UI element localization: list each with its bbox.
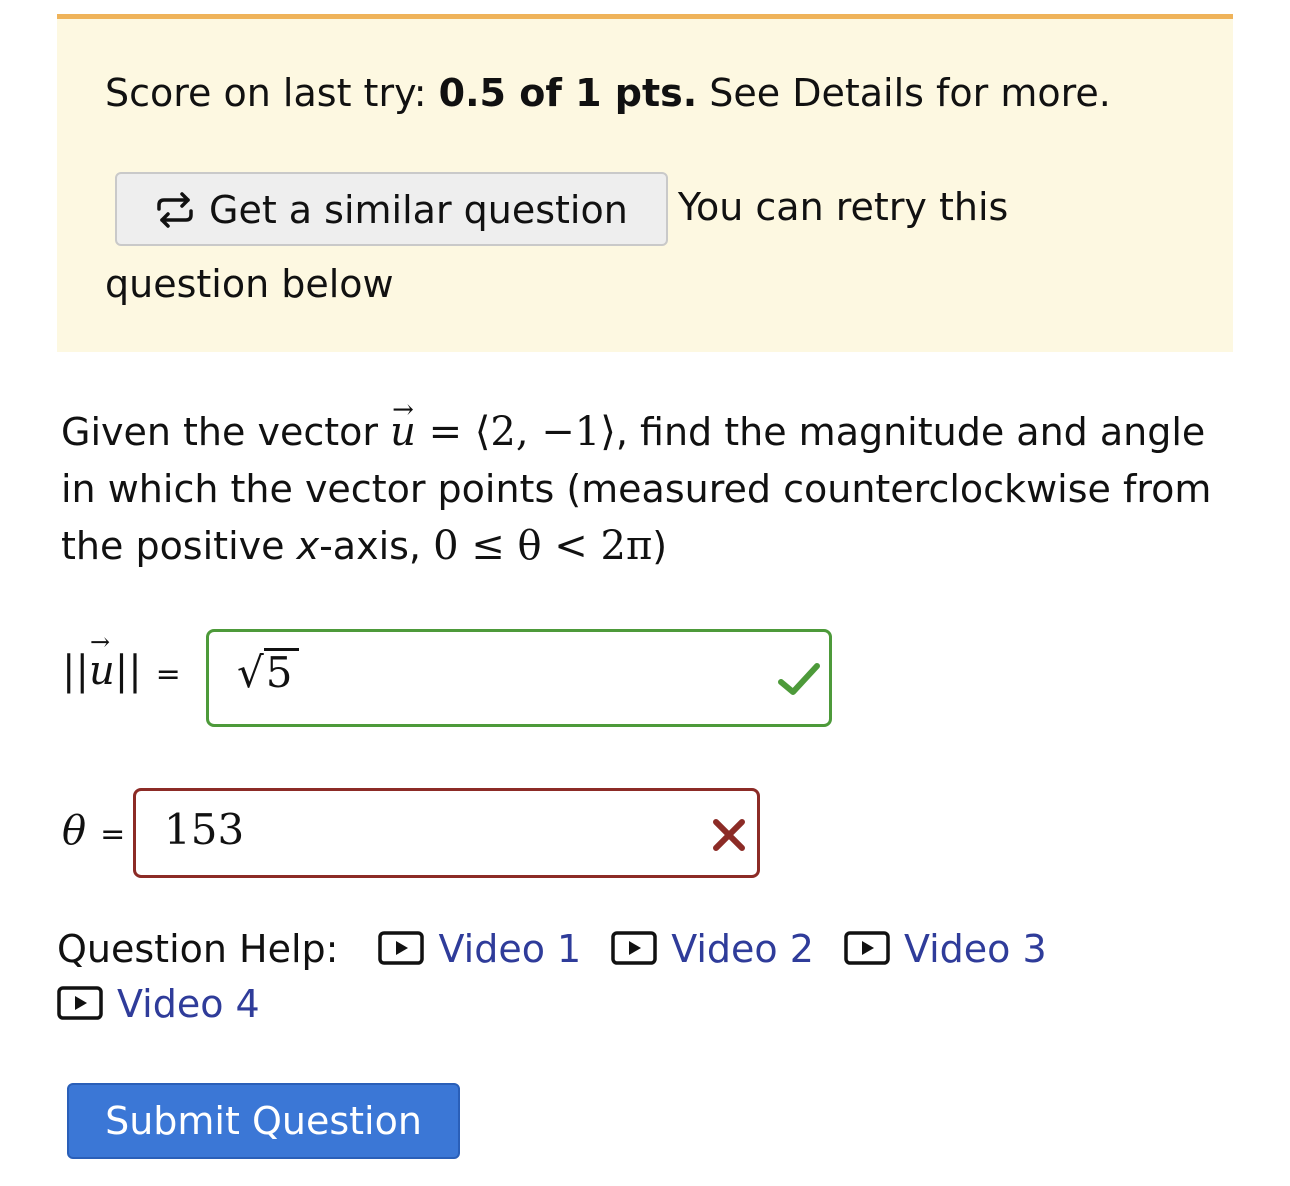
score-line: Score on last try: 0.5 of 1 pts. See Det… (105, 71, 1111, 115)
score-notice: Score on last try: 0.5 of 1 pts. See Det… (57, 14, 1233, 352)
repeat-icon (157, 191, 193, 228)
theta-symbol: θ (62, 808, 87, 854)
sqrt-expression: √5 (237, 648, 299, 697)
retry-text: You can retry this (677, 185, 1009, 229)
angle-value: 153 (164, 805, 245, 854)
x-variable: x (296, 524, 320, 568)
submit-question-button[interactable]: Submit Question (67, 1083, 460, 1159)
vector-symbol: u → (390, 395, 416, 455)
question-help-label: Question Help: (57, 927, 339, 971)
retry-row: Get a similar question You can retry this (105, 172, 1185, 246)
checkmark-icon (778, 663, 820, 695)
video-link-3[interactable]: Video 3 (844, 927, 1047, 971)
question-text: Given the vector u → = ⟨2, −1⟩, find the … (61, 395, 1221, 575)
angle-input[interactable]: 153 (133, 788, 760, 878)
video-link-4[interactable]: Video 4 (57, 982, 260, 1026)
magnitude-input[interactable]: √5 (206, 629, 832, 727)
norm-bars-left: || (62, 648, 89, 694)
magnitude-label: ||u → || = (62, 628, 181, 694)
vector-arrow-icon: → (89, 628, 111, 656)
angle-range: 0 ≤ θ < 2π (433, 523, 653, 569)
vector-arrow-icon: → (392, 395, 414, 425)
angle-label: θ = (62, 808, 125, 854)
angle-equals: = (100, 817, 126, 852)
video-2-label: Video 2 (671, 927, 814, 971)
x-mark-icon (713, 819, 745, 851)
play-icon (57, 985, 103, 1020)
norm-bars-right: || (114, 648, 142, 694)
question-part-3: -axis, (319, 524, 434, 568)
magnitude-equals: = (155, 657, 181, 692)
vector-value: = ⟨2, −1⟩ (415, 409, 616, 455)
similar-question-label: Get a similar question (209, 188, 628, 232)
question-part-1: Given the vector (61, 410, 391, 454)
radical-icon: √ (237, 648, 264, 697)
question-part-4: ) (652, 524, 668, 568)
video-link-2[interactable]: Video 2 (611, 927, 814, 971)
radicand: 5 (263, 648, 299, 695)
video-link-1[interactable]: Video 1 (378, 927, 581, 971)
play-icon (611, 930, 657, 965)
video-1-label: Video 1 (438, 927, 582, 971)
play-icon (844, 930, 890, 965)
video-3-label: Video 3 (903, 927, 1047, 971)
score-suffix: See Details for more. (697, 71, 1111, 115)
question-help: Question Help: Video 1 Video 2 Video 3 Video… (57, 922, 1137, 1032)
similar-question-button[interactable]: Get a similar question (115, 172, 668, 246)
score-prefix: Score on last try: (105, 71, 439, 115)
magnitude-value: √5 (237, 648, 299, 697)
score-value: 0.5 of 1 pts. (438, 71, 698, 115)
retry-text-continued: question below (105, 262, 394, 306)
video-4-label: Video 4 (117, 982, 260, 1026)
magnitude-vector-symbol: u → (89, 628, 115, 694)
play-icon (378, 930, 425, 965)
